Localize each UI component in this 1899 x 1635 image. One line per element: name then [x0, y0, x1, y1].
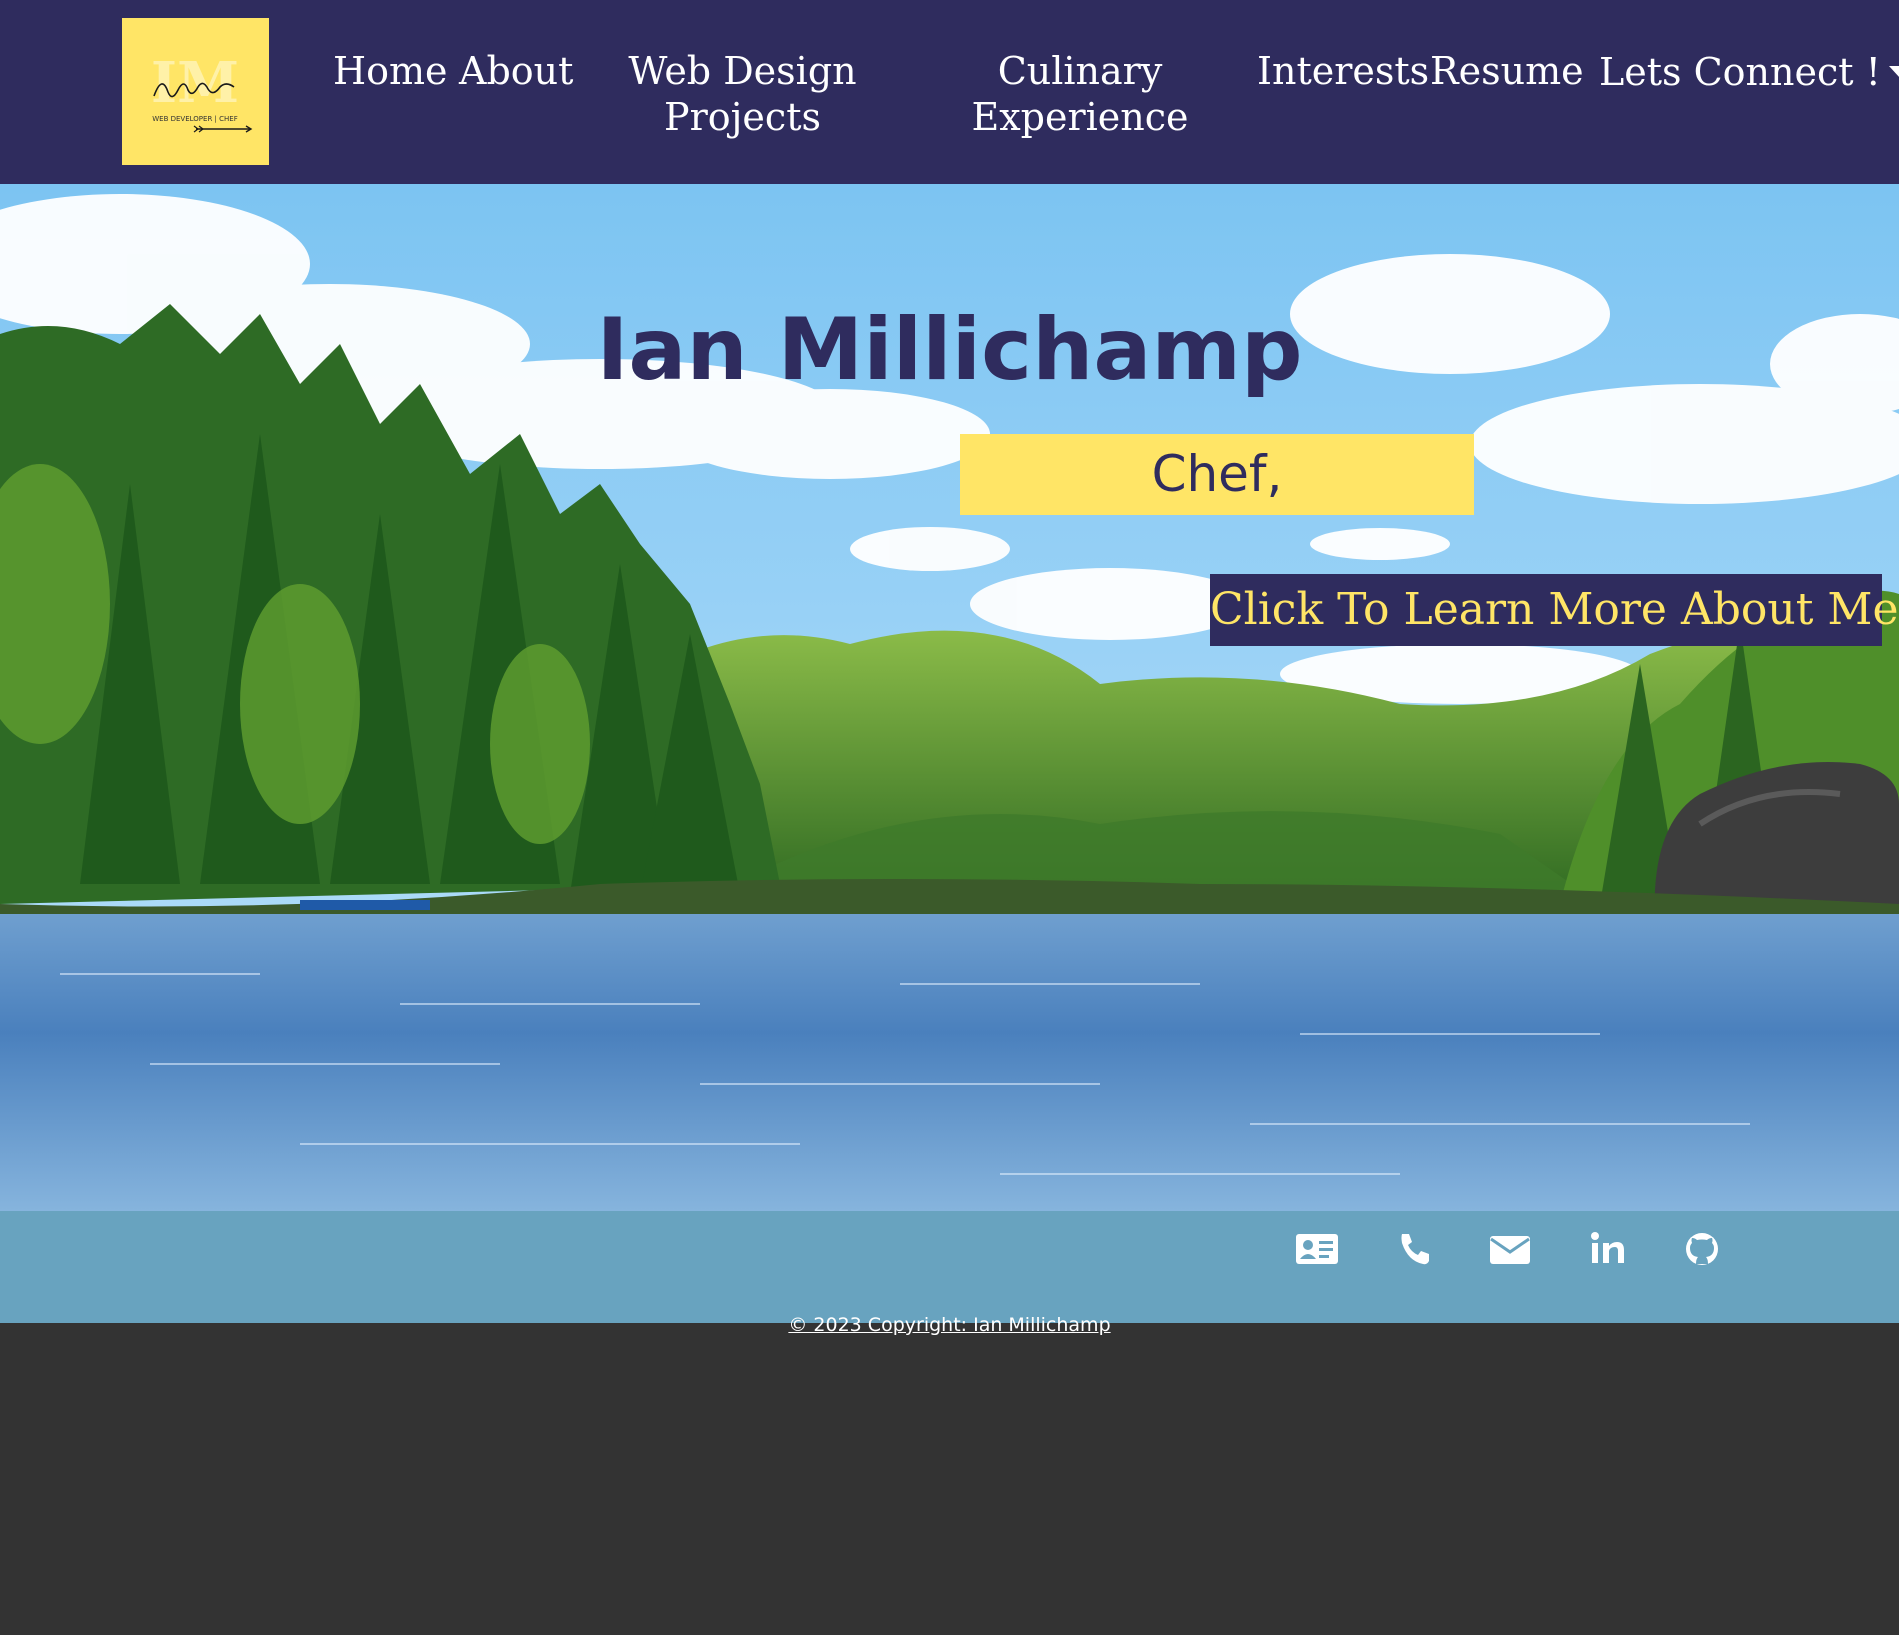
- nav-lets-connect-label: Lets Connect !: [1599, 50, 1881, 94]
- hero-section: Ian Millichamp Chef, Click To Learn More…: [0, 184, 1899, 1211]
- hero-name-heading: Ian Millichamp: [596, 300, 1303, 400]
- nav-resume-link[interactable]: Resume: [1430, 48, 1584, 94]
- nav-web-design-projects-link[interactable]: Web Design Projects: [620, 48, 865, 140]
- logo-mark: IM WEB DEVELOPER | CHEF: [122, 18, 269, 165]
- learn-more-about-me-button[interactable]: Click To Learn More About Me: [1210, 574, 1899, 646]
- nav-about-link[interactable]: About: [459, 48, 573, 94]
- envelope-icon[interactable]: [1486, 1228, 1534, 1270]
- linkedin-icon[interactable]: [1583, 1228, 1631, 1270]
- nav-interests-link[interactable]: Interests: [1257, 48, 1429, 94]
- nav-home-link[interactable]: Home: [333, 48, 448, 94]
- copyright-link[interactable]: © 2023 Copyright: Ian Millichamp: [0, 1310, 1899, 1340]
- nav-culinary-experience-link[interactable]: Culinary Experience: [965, 48, 1195, 140]
- phone-icon[interactable]: [1390, 1228, 1438, 1270]
- svg-text:WEB DEVELOPER | CHEF: WEB DEVELOPER | CHEF: [152, 115, 237, 123]
- github-icon[interactable]: [1678, 1228, 1726, 1270]
- role-typewriter-text: Chef,: [960, 434, 1474, 515]
- navbar: IM WEB DEVELOPER | CHEF Home About Web D…: [0, 0, 1899, 184]
- site-logo[interactable]: IM WEB DEVELOPER | CHEF: [122, 18, 269, 165]
- svg-text:IM: IM: [151, 50, 239, 116]
- caret-down-icon: [1888, 65, 1899, 78]
- nav-lets-connect-dropdown[interactable]: Lets Connect !: [1599, 49, 1899, 95]
- contact-card-icon[interactable]: [1293, 1228, 1341, 1270]
